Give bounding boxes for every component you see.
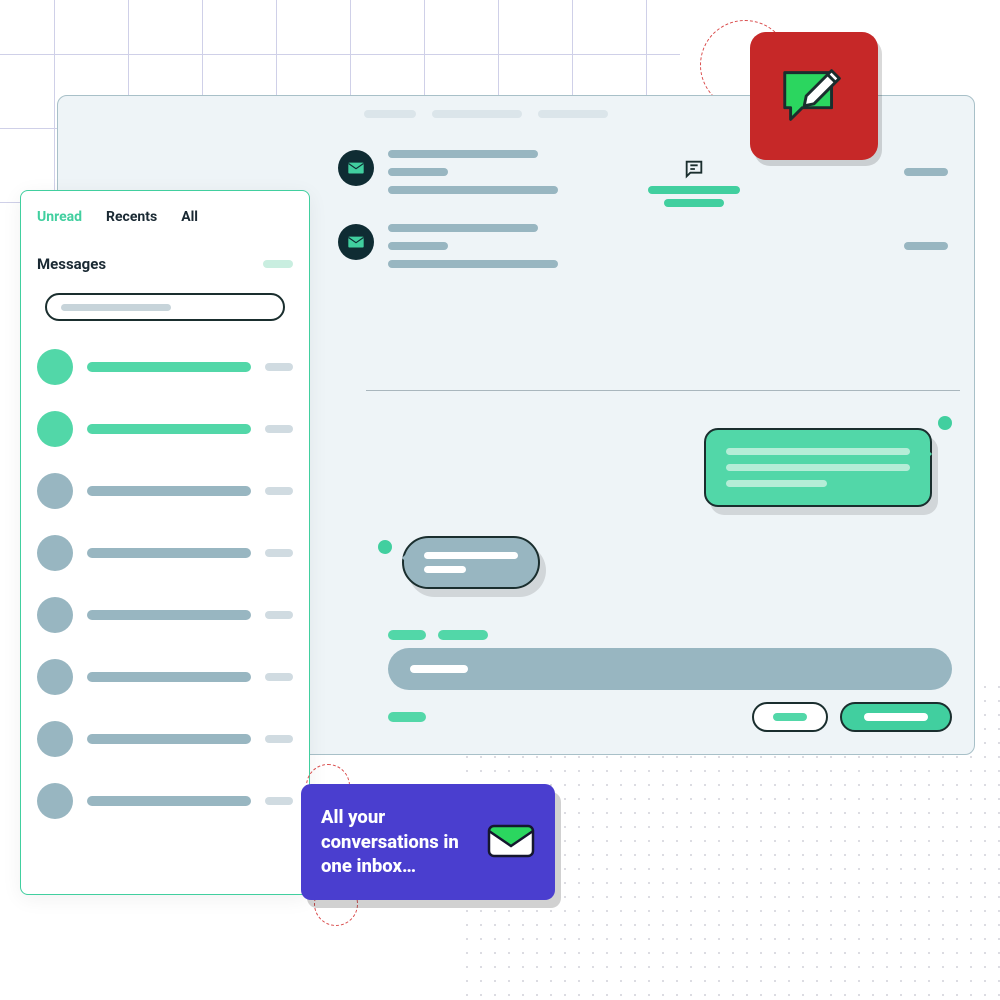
email-preview [388, 150, 558, 204]
conversation-item[interactable] [37, 721, 293, 757]
tab-all[interactable]: All [181, 209, 198, 225]
section-title: Messages [37, 255, 106, 273]
conversation-item[interactable] [37, 473, 293, 509]
conversation-time [265, 549, 293, 557]
conversation-time [265, 487, 293, 495]
conversation-title [87, 672, 251, 682]
compose-chat-icon [775, 57, 853, 135]
conversation-time [265, 673, 293, 681]
avatar [37, 659, 73, 695]
conversation-title [87, 424, 251, 434]
search-input[interactable] [45, 293, 285, 321]
incoming-message-bubble [378, 536, 540, 589]
conversation-item[interactable] [37, 349, 293, 385]
email-timestamp [904, 168, 948, 176]
tab-recents[interactable]: Recents [106, 209, 157, 225]
email-timestamp [904, 242, 948, 250]
avatar [37, 411, 73, 447]
message-input[interactable] [388, 648, 952, 690]
filter-tabs: Unread Recents All [37, 209, 293, 225]
outgoing-message-bubble [704, 416, 952, 507]
conversation-time [265, 797, 293, 805]
compose-format-options [388, 630, 952, 640]
conversation-title [87, 486, 251, 496]
envelope-icon [338, 150, 374, 186]
conversation-time [265, 363, 293, 371]
avatar [37, 349, 73, 385]
conversation-time [265, 425, 293, 433]
conversation-time [265, 735, 293, 743]
conversation-item[interactable] [37, 535, 293, 571]
status-dot [378, 540, 392, 554]
conversation-title [87, 362, 251, 372]
avatar [37, 597, 73, 633]
envelope-icon [487, 820, 535, 864]
avatar [37, 473, 73, 509]
conversation-item[interactable] [37, 411, 293, 447]
promo-card[interactable]: All your conversations in one inbox… [301, 784, 555, 900]
send-button[interactable] [840, 702, 952, 732]
conversation-title [87, 734, 251, 744]
inbox-sidebar: Unread Recents All Messages [20, 190, 310, 895]
window-header [364, 110, 608, 118]
email-item[interactable] [338, 224, 948, 278]
tab-unread[interactable]: Unread [37, 209, 82, 225]
avatar [37, 535, 73, 571]
status-dot [938, 416, 952, 430]
compose-message-badge[interactable] [750, 32, 878, 160]
avatar [37, 783, 73, 819]
conversation-title [87, 548, 251, 558]
header-center-info [648, 158, 740, 212]
conversation-item[interactable] [37, 659, 293, 695]
divider [366, 390, 960, 391]
conversation-item[interactable] [37, 783, 293, 819]
secondary-button[interactable] [752, 702, 828, 732]
envelope-icon [338, 224, 374, 260]
compose-area [388, 630, 952, 732]
section-action[interactable] [263, 260, 293, 268]
promo-text: All your conversations in one inbox… [321, 805, 471, 880]
conversation-item[interactable] [37, 597, 293, 633]
chat-icon [648, 158, 740, 180]
conversation-title [87, 796, 251, 806]
conversation-time [265, 611, 293, 619]
attach-button[interactable] [388, 712, 426, 722]
email-preview [388, 224, 558, 278]
avatar [37, 721, 73, 757]
conversation-title [87, 610, 251, 620]
